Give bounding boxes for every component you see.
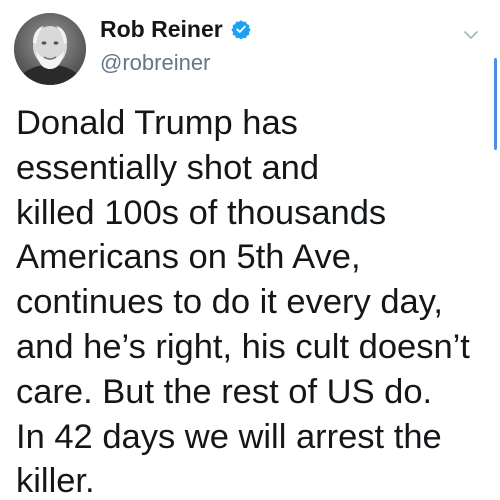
scroll-indicator[interactable]	[494, 58, 497, 150]
tweet-text-line: and he’s right, his cult doesn’t	[16, 327, 470, 366]
verified-badge-icon	[231, 20, 251, 39]
avatar-portrait-image	[14, 13, 86, 85]
chevron-down-icon[interactable]	[463, 29, 479, 41]
tweet-text-line: In 42 days we will arrest the	[16, 417, 442, 456]
tweet-text: Donald Trump has essentially shot and ki…	[16, 101, 486, 500]
tweet-text-line: care. But the rest of US do.	[16, 372, 433, 411]
avatar[interactable]	[14, 13, 86, 85]
tweet-text-line: Donald Trump has	[16, 104, 298, 142]
tweet-text-line: continues to do it every day,	[16, 283, 444, 322]
tweet-text-line: killer.	[16, 462, 95, 500]
tweet-text-line: killed 100s of thousands	[16, 193, 387, 232]
tweet-text-line: essentially shot and	[16, 148, 320, 187]
tweet-text-line: Americans on 5th Ave,	[16, 238, 361, 277]
tweet-card: Rob Reiner @robreiner Donald Trump has e…	[0, 0, 500, 500]
author-handle[interactable]: @robreiner	[100, 49, 210, 77]
author-display-name[interactable]: Rob Reiner	[100, 15, 223, 43]
